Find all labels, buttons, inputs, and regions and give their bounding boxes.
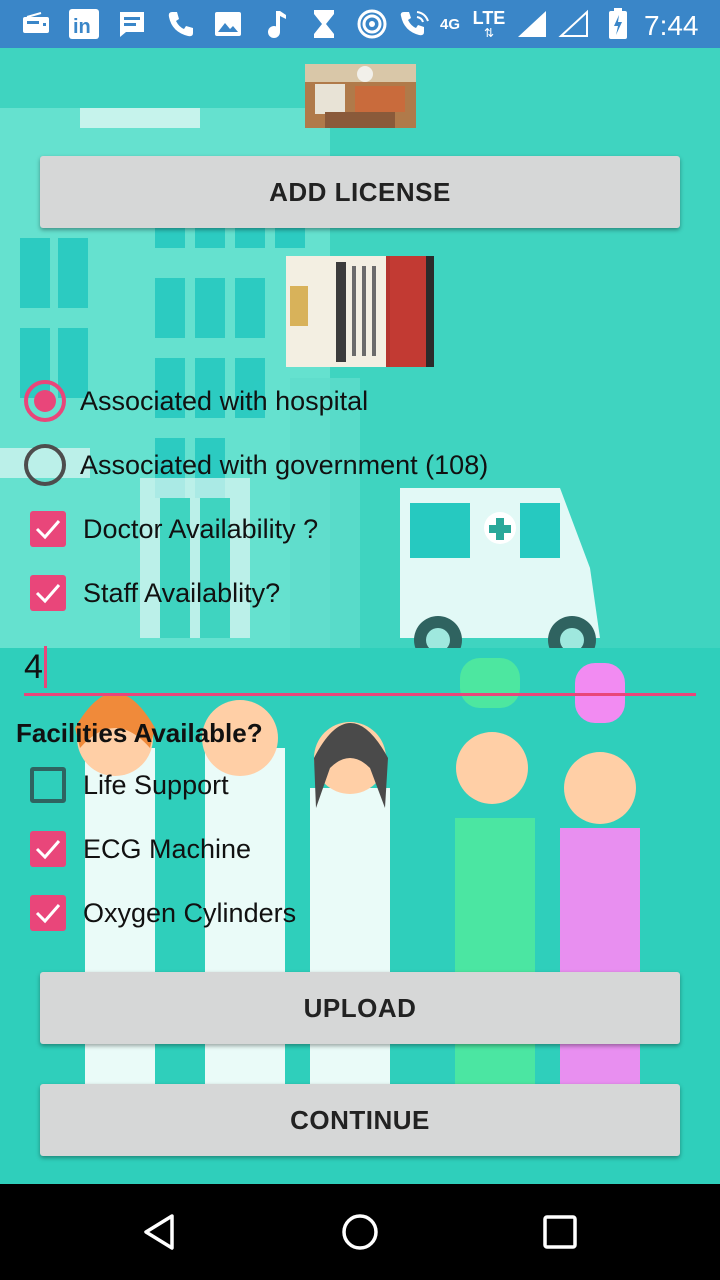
radio-associated-hospital[interactable]: Associated with hospital bbox=[24, 373, 368, 429]
facilities-heading: Facilities Available? bbox=[16, 718, 263, 748]
radio-button-unchecked[interactable] bbox=[24, 444, 66, 486]
hotspot-icon bbox=[356, 8, 388, 40]
checkbox-ecg-machine[interactable]: ECG Machine bbox=[24, 821, 251, 877]
input-value: 4 bbox=[24, 648, 43, 686]
hourglass-icon bbox=[308, 8, 340, 40]
checkbox-label: Life Support bbox=[83, 769, 229, 800]
svg-text:in: in bbox=[73, 16, 91, 38]
checkbox-checked[interactable] bbox=[30, 895, 66, 931]
message-icon bbox=[116, 8, 148, 40]
checkbox-label: Staff Availablity? bbox=[83, 577, 281, 608]
checkbox-doctor-availability[interactable]: Doctor Availability ? bbox=[24, 501, 318, 557]
checkbox-life-support[interactable]: Life Support bbox=[24, 757, 229, 813]
recents-icon[interactable] bbox=[530, 1202, 590, 1262]
staff-count-input[interactable]: 4 bbox=[24, 640, 696, 702]
add-license-button[interactable]: ADD LICENSE bbox=[40, 156, 680, 228]
navigation-bar bbox=[0, 1184, 720, 1280]
music-icon bbox=[260, 8, 292, 40]
battery-icon bbox=[604, 8, 632, 40]
checkbox-checked[interactable] bbox=[30, 831, 66, 867]
checkbox-label: Doctor Availability ? bbox=[83, 513, 319, 544]
phone-icon bbox=[164, 8, 196, 40]
checkbox-staff-availability[interactable]: Staff Availablity? bbox=[24, 565, 280, 621]
radio-icon bbox=[20, 8, 52, 40]
radio-label: Associated with hospital bbox=[80, 385, 369, 416]
checkbox-label: Oxygen Cylinders bbox=[83, 897, 297, 928]
checkbox-checked[interactable] bbox=[30, 511, 66, 547]
lte-indicator: LTE ⇅ bbox=[472, 8, 506, 40]
4g-indicator: 4G bbox=[439, 15, 460, 33]
checkbox-label: ECG Machine bbox=[83, 833, 252, 864]
clock: 7:44 bbox=[644, 10, 699, 41]
home-icon[interactable] bbox=[330, 1202, 390, 1262]
status-bar: in 4G LTE ⇅ 7:44 bbox=[0, 0, 720, 48]
signal-icon bbox=[514, 8, 550, 40]
checkbox-unchecked[interactable] bbox=[30, 767, 66, 803]
image-icon bbox=[212, 8, 244, 40]
license-thumbnail bbox=[305, 64, 416, 128]
back-icon[interactable] bbox=[130, 1202, 190, 1262]
document-thumbnail bbox=[286, 256, 434, 367]
signal-empty-icon bbox=[556, 8, 592, 40]
continue-button[interactable]: CONTINUE bbox=[40, 1084, 680, 1156]
checkbox-checked[interactable] bbox=[30, 575, 66, 611]
radio-associated-government[interactable]: Associated with government (108) bbox=[24, 437, 488, 493]
wifi-call-icon bbox=[398, 8, 432, 40]
upload-button[interactable]: UPLOAD bbox=[40, 972, 680, 1044]
linkedin-icon: in bbox=[68, 8, 100, 40]
text-cursor bbox=[44, 646, 47, 688]
radio-button-checked[interactable] bbox=[24, 380, 66, 422]
checkbox-oxygen-cylinders[interactable]: Oxygen Cylinders bbox=[24, 885, 296, 941]
radio-label: Associated with government (108) bbox=[80, 449, 489, 480]
input-underline bbox=[24, 693, 696, 696]
